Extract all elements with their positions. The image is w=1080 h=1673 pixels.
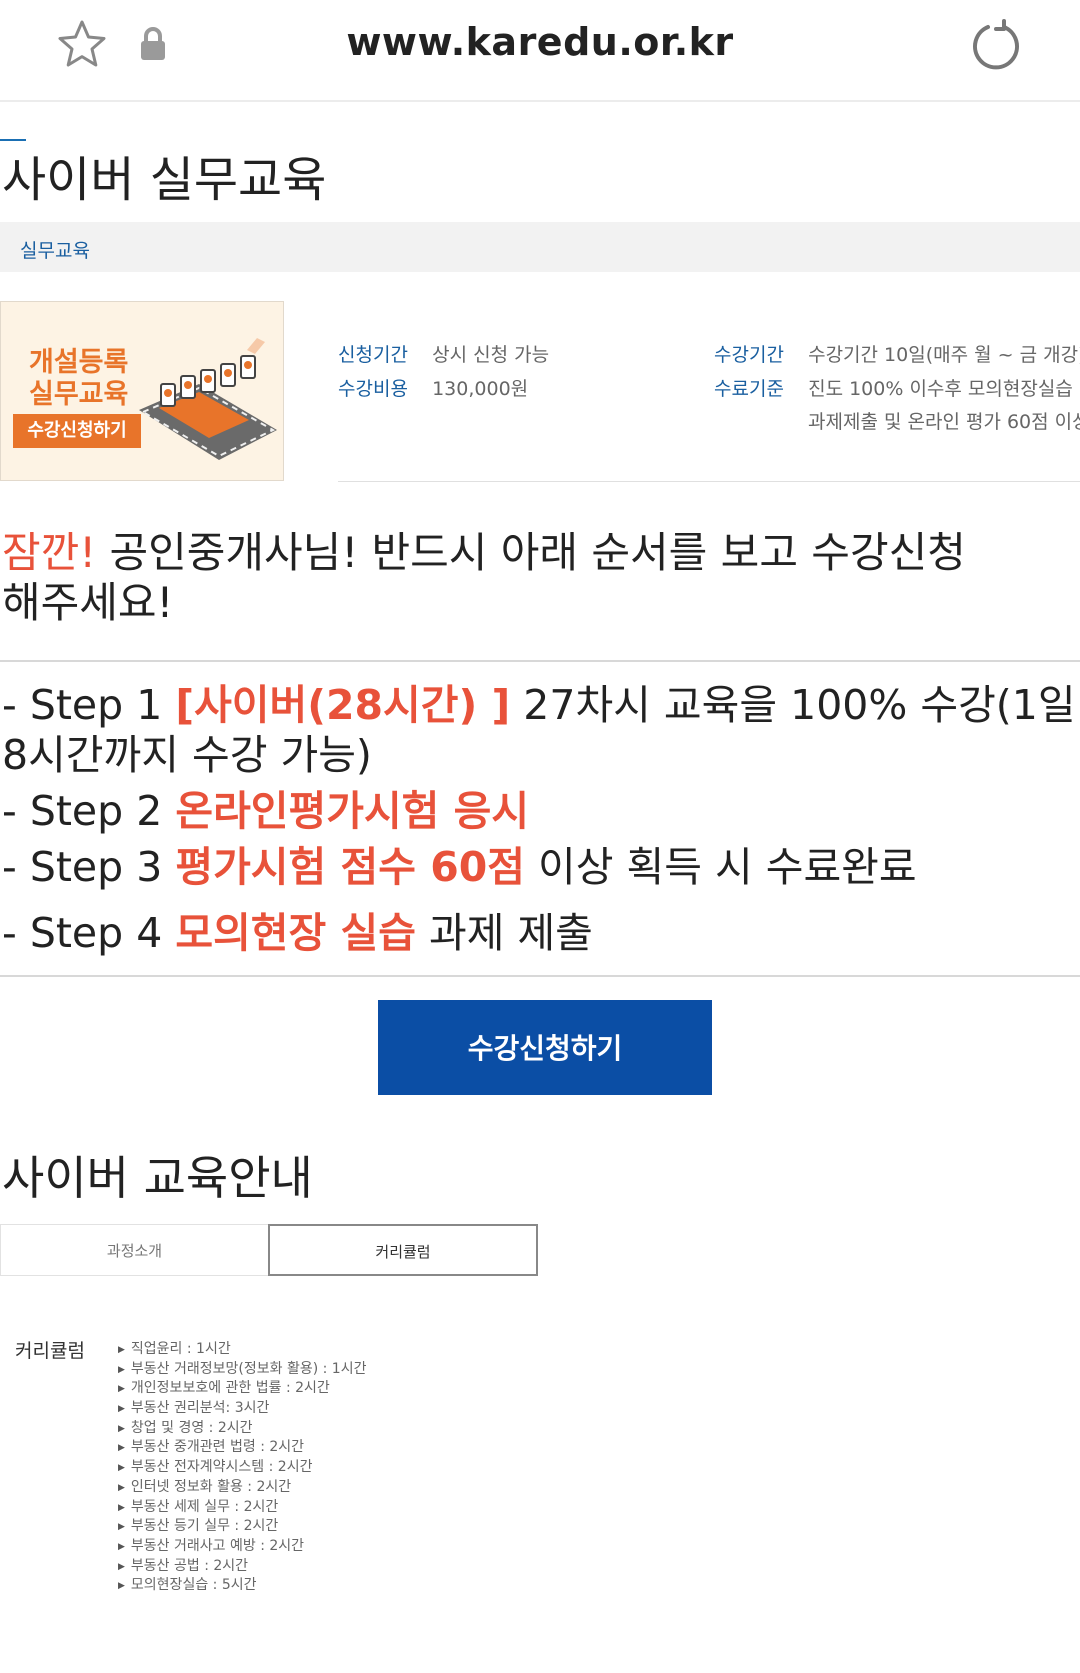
completion-criteria-cont: 과제제출 및 온라인 평가 60점 이상: [808, 407, 1080, 434]
curriculum-item: 부동산 중개관련 법령 : 2시간: [118, 1438, 366, 1458]
step-4: - Step 4 모의현장 실습 과제 제출: [2, 908, 1080, 958]
apply-period: 신청기간 상시 신청 가능: [338, 340, 549, 367]
step-4-prefix: - Step 4: [2, 909, 176, 957]
thumbnail-apply-button[interactable]: 수강신청하기: [13, 414, 141, 448]
curriculum-item: 부동산 공법 : 2시간: [118, 1557, 366, 1577]
curriculum-item: 직업윤리 : 1시간: [118, 1340, 366, 1360]
completion-value-2: 과제제출 및 온라인 평가 60점 이상: [808, 411, 1080, 433]
curriculum-item: 부동산 등기 실무 : 2시간: [118, 1517, 366, 1537]
fee-value: 130,000원: [432, 378, 529, 400]
completion-label: 수료기준: [714, 378, 784, 400]
url-address[interactable]: www.karedu.or.kr: [0, 20, 1080, 64]
info-divider: [338, 481, 1080, 482]
curriculum-item: 창업 및 경영 : 2시간: [118, 1419, 366, 1439]
notice-text: 공인중개사님! 반드시 아래 순서를 보고 수강신청해주세요!: [2, 528, 966, 627]
step-3: - Step 3 평가시험 점수 60점 이상 획득 시 수료완료: [2, 842, 1080, 892]
apply-period-value: 상시 신청 가능: [432, 344, 550, 366]
step-3-highlight: 평가시험 점수 60점: [175, 843, 525, 891]
guide-section-title: 사이버 교육안내: [2, 1151, 313, 1205]
apply-course-button[interactable]: 수강신청하기: [378, 1000, 712, 1095]
tab-curriculum[interactable]: 커리큘럼: [268, 1224, 538, 1276]
divider-top: [0, 660, 1080, 662]
curriculum-label: 커리큘럼: [15, 1340, 85, 1362]
curriculum-item: 부동산 전자계약시스템 : 2시간: [118, 1458, 366, 1478]
notice-message: 잠깐! 공인중개사님! 반드시 아래 순서를 보고 수강신청해주세요!: [2, 528, 1002, 628]
tab-course-intro[interactable]: 과정소개: [0, 1224, 268, 1276]
breadcrumb[interactable]: 실무교육: [20, 236, 90, 263]
step-2: - Step 2 온라인평가시험 응시: [2, 786, 1080, 836]
step-2-highlight: 온라인평가시험 응시: [175, 787, 530, 835]
course-thumbnail[interactable]: 개설등록 실무교육 수강신청하기: [0, 301, 284, 481]
browser-toolbar: www.karedu.or.kr: [0, 0, 1080, 102]
step-4-suffix: 과제 제출: [415, 909, 593, 957]
step-2-prefix: - Step 2: [2, 787, 176, 835]
divider-bottom: [0, 975, 1080, 977]
apply-period-label: 신청기간: [338, 344, 408, 366]
study-period: 수강기간 수강기간 10일(매주 월 ~ 금 개강): [714, 340, 1080, 367]
curriculum-item: 모의현장실습 : 5시간: [118, 1576, 366, 1596]
step-3-prefix: - Step 3: [2, 843, 176, 891]
road-illustration-icon: [139, 338, 277, 460]
completion-value-1: 진도 100% 이수후 모의현장실습: [808, 378, 1073, 400]
fee-label: 수강비용: [338, 378, 408, 400]
step-1-highlight: [사이버(28시간) ]: [175, 681, 511, 729]
step-1-prefix: - Step 1: [2, 681, 176, 729]
curriculum-list: 직업윤리 : 1시간 부동산 거래정보망(정보화 활용) : 1시간 개인정보보…: [118, 1340, 367, 1596]
step-1: - Step 1 [사이버(28시간) ] 27차시 교육을 100% 수강(1…: [2, 680, 1080, 780]
thumbnail-line-2: 실무교육: [29, 379, 129, 410]
curriculum-item: 부동산 세제 실무 : 2시간: [118, 1498, 366, 1518]
curriculum-item: 부동산 거래정보망(정보화 활용) : 1시간: [118, 1360, 367, 1380]
curriculum-item: 부동산 권리분석: 3시간: [118, 1399, 366, 1419]
completion-criteria: 수료기준 진도 100% 이수후 모의현장실습: [714, 374, 1073, 401]
curriculum-item: 부동산 거래사고 예방 : 2시간: [118, 1537, 366, 1557]
course-fee: 수강비용 130,000원: [338, 374, 528, 401]
curriculum-item: 개인정보보호에 관한 법률 : 2시간: [118, 1379, 366, 1399]
study-period-value: 수강기간 10일(매주 월 ~ 금 개강): [808, 344, 1080, 366]
curriculum-item: 인터넷 정보화 활용 : 2시간: [118, 1478, 366, 1498]
reload-icon[interactable]: [968, 18, 1024, 74]
notice-highlight: 잠깐!: [2, 528, 97, 577]
study-period-label: 수강기간: [714, 344, 784, 366]
page-title: 사이버 실무교육: [2, 152, 327, 208]
breadcrumb-bar: [0, 222, 1080, 272]
step-3-suffix: 이상 획득 시 수료완료: [525, 843, 917, 891]
step-4-highlight: 모의현장 실습: [175, 909, 416, 957]
